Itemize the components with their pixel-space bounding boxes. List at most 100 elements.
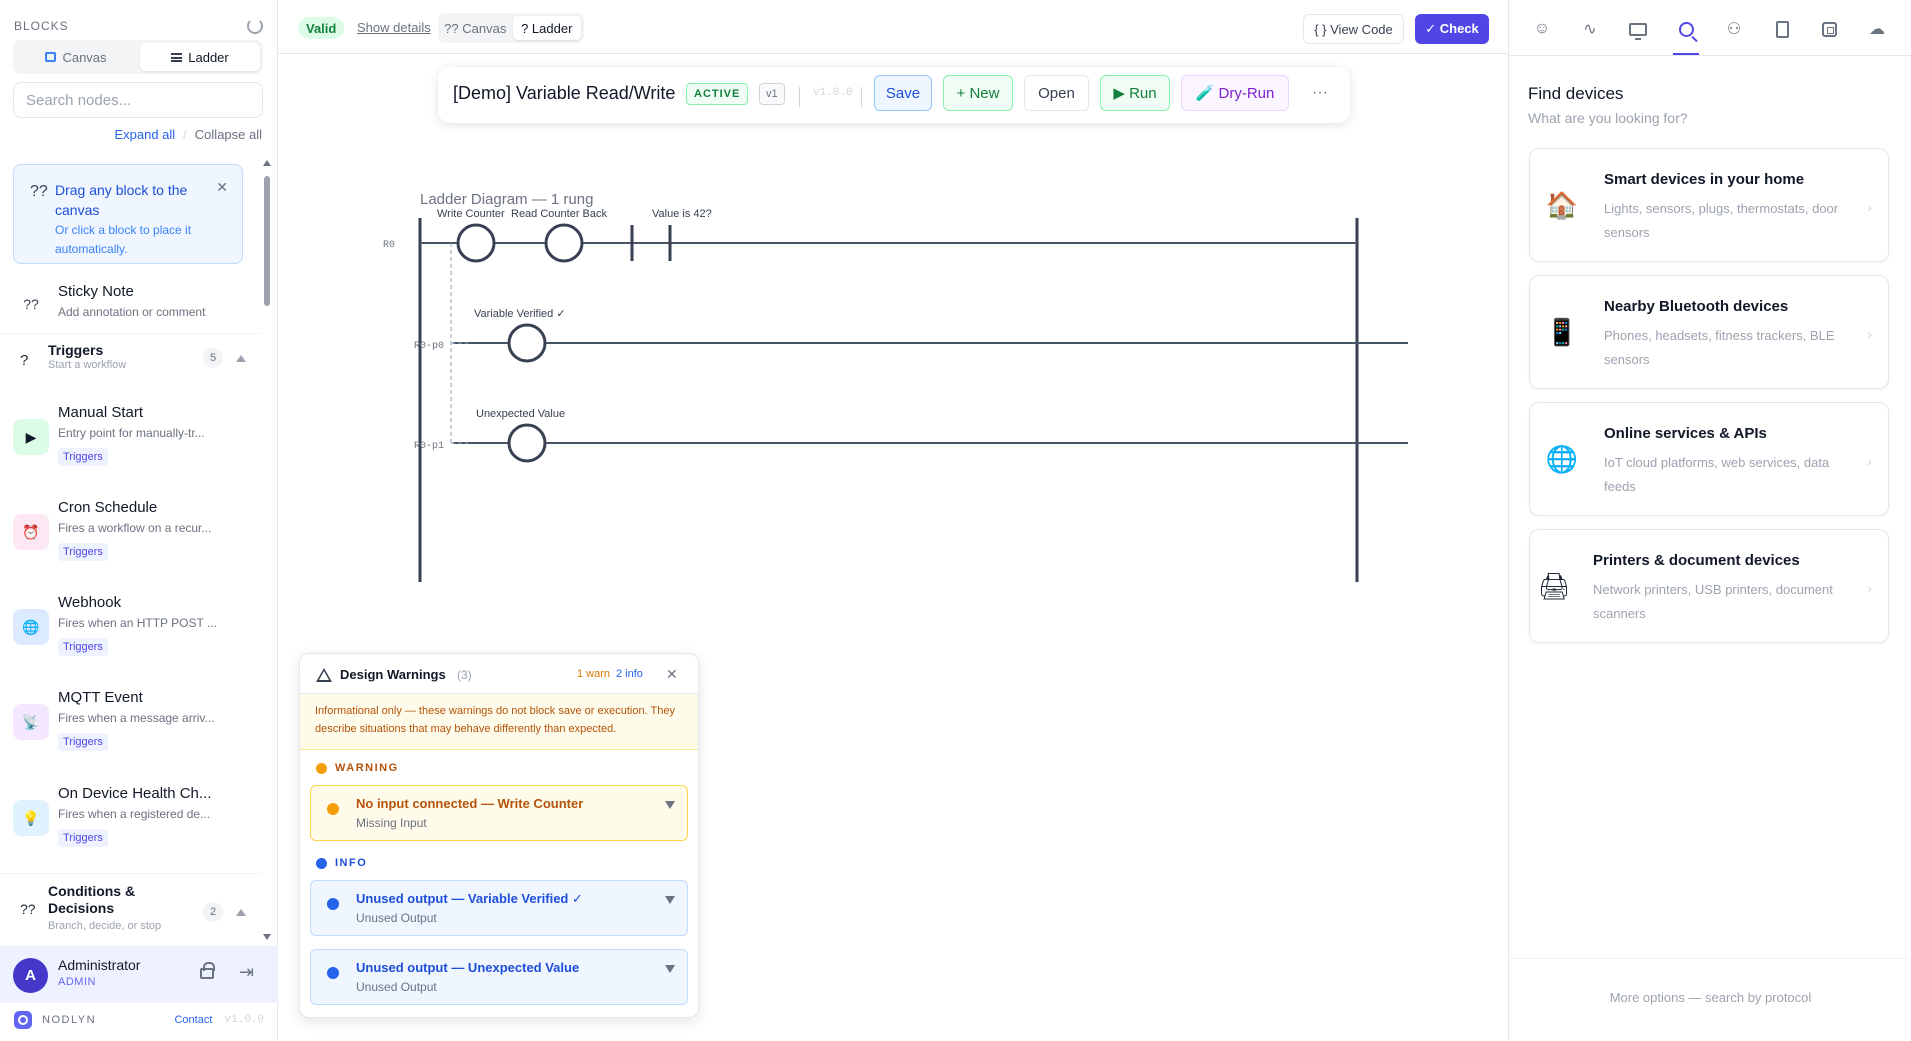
coil-read-counter[interactable] (544, 223, 584, 263)
panel-icon-bar: ☺ ∿ ⚇ ☁ (1509, 0, 1911, 56)
scroll-thumb[interactable] (264, 176, 270, 306)
view-toggle: Canvas Ladder (13, 40, 263, 74)
info-item[interactable]: Unused output — Unexpected Value Unused … (310, 949, 688, 1005)
panel-subtitle: What are you looking for? (1528, 110, 1688, 126)
chevron-right-icon: › (1867, 326, 1872, 342)
design-warnings-panel: Design Warnings (3) 1 warn 2 info ✕ Info… (299, 653, 699, 1018)
logout-icon[interactable]: ⇥ (239, 962, 254, 983)
dry-run-button[interactable]: 🧪 Dry-Run (1181, 75, 1289, 111)
warning-item[interactable]: No input connected — Write Counter Missi… (310, 785, 688, 841)
scroll-down-icon[interactable] (263, 934, 271, 940)
sticky-note-title: Sticky Note (58, 283, 134, 300)
info-item[interactable]: Unused output — Variable Verified ✓ Unus… (310, 880, 688, 936)
refresh-icon[interactable] (247, 18, 263, 34)
category-triggers[interactable]: ? Triggers Start a workflow 5 (0, 336, 262, 386)
drag-hint-card: ?? Drag any block to the canvas Or click… (13, 164, 243, 264)
robot-icon[interactable]: ☺ (1531, 18, 1553, 40)
document-icon[interactable] (1771, 18, 1793, 40)
sticky-note-block[interactable]: ?? Sticky Note Add annotation or comment (0, 274, 262, 334)
info-dot-icon (327, 898, 339, 910)
info-item-sub: Unused Output (356, 980, 437, 994)
chevron-up-icon[interactable] (236, 909, 246, 916)
active-tab-indicator (1673, 53, 1699, 55)
info-section-label: INFO (316, 857, 367, 869)
node-webhook[interactable]: 🌐 Webhook Fires when an HTTP POST ... Tr… (0, 594, 262, 664)
node-manual-start[interactable]: ▶ Manual Start Entry point for manually-… (0, 404, 262, 474)
monitor-icon[interactable] (1627, 18, 1649, 40)
contact-link[interactable]: Contact (174, 1014, 212, 1026)
device-card-title: Nearby Bluetooth devices (1604, 298, 1789, 315)
open-button[interactable]: Open (1024, 75, 1089, 111)
more-options-button[interactable]: ··· (1302, 75, 1338, 111)
coil-write-counter[interactable] (456, 223, 496, 263)
coil-variable-verified[interactable] (507, 323, 547, 363)
new-button[interactable]: + New (943, 75, 1013, 111)
version-badge: v1 (759, 83, 785, 105)
info-dot-icon (316, 857, 327, 869)
view-canvas-button[interactable]: Canvas (16, 43, 136, 71)
coil-label: Read Counter Back (511, 208, 607, 220)
node-tag: Triggers (58, 448, 108, 466)
node-desc: Fires when a message arriv... (58, 711, 215, 725)
node-mqtt-event[interactable]: 📡 MQTT Event Fires when a message arriv.… (0, 689, 262, 759)
lightbulb-icon: 💡 (13, 800, 49, 836)
node-device-health[interactable]: 💡 On Device Health Ch... Fires when a re… (0, 785, 262, 855)
search-nodes-input[interactable] (13, 82, 263, 118)
workflow-title[interactable]: [Demo] Variable Read/Write (453, 83, 675, 104)
triggers-subtitle: Start a workflow (48, 359, 127, 371)
node-title: Cron Schedule (58, 499, 158, 516)
chevron-up-icon[interactable] (236, 355, 246, 362)
mode-canvas-button[interactable]: ?? Canvas (441, 16, 510, 40)
ladder-heading: Ladder Diagram — 1 rung (420, 191, 593, 208)
category-conditions[interactable]: ?? Conditions & Decisions Branch, decide… (0, 873, 262, 939)
device-card-title: Online services & APIs (1604, 425, 1767, 442)
search-icon[interactable] (1675, 18, 1697, 40)
check-button[interactable]: ✓ Check (1415, 14, 1489, 44)
app-version: v1.0.0 (224, 1014, 264, 1026)
expand-all-link[interactable]: Expand all (114, 127, 175, 142)
sidebar-scrollbar[interactable] (263, 160, 271, 940)
coil-unexpected-value[interactable] (507, 423, 547, 463)
chip-icon[interactable] (1818, 18, 1840, 40)
mode-ladder-button[interactable]: ? Ladder (512, 16, 581, 40)
device-card-desc: Lights, sensors, plugs, thermostats, doo… (1604, 201, 1839, 240)
close-icon[interactable]: ✕ (216, 179, 228, 196)
user-role: ADMIN (58, 976, 96, 988)
warning-dot-icon (327, 803, 339, 815)
collapse-all-link[interactable]: Collapse all (195, 127, 262, 142)
close-icon[interactable]: ✕ (666, 666, 678, 683)
device-card-smart-home[interactable]: 🏠 Smart devices in your home Lights, sen… (1529, 148, 1889, 262)
device-card-printers[interactable]: 🖨 Printers & document devices Network pr… (1529, 529, 1889, 643)
node-tag: Triggers (58, 543, 108, 561)
view-ladder-button[interactable]: Ladder (140, 43, 260, 71)
triggers-count-badge: 5 (203, 348, 223, 368)
sticky-note-icon: ?? (23, 296, 39, 312)
canvas-icon (45, 52, 57, 62)
view-code-button[interactable]: { } View Code (1303, 14, 1404, 44)
info-count: 2 info (616, 668, 643, 680)
device-card-online-services[interactable]: 🌐 Online services & APIs IoT cloud platf… (1529, 402, 1889, 516)
ladder-diagram: Ladder Diagram — 1 rung R0 R0-p0 R0-p1 W… (383, 191, 1408, 582)
expand-collapse-row: Expand all / Collapse all (114, 127, 262, 142)
hint-title: Drag any block to the canvas (55, 182, 188, 218)
run-button[interactable]: ▶ Run (1100, 75, 1170, 111)
node-tag: Triggers (58, 733, 108, 751)
scroll-up-icon[interactable] (263, 160, 271, 166)
lock-icon[interactable] (200, 962, 215, 979)
cloud-icon[interactable]: ☁ (1866, 18, 1888, 40)
blocks-sidebar: BLOCKS Canvas Ladder Expand all / Collap… (0, 0, 278, 1041)
protocol-search-link[interactable]: More options — search by protocol (1509, 990, 1911, 1005)
chevron-down-icon[interactable] (665, 801, 675, 809)
chevron-down-icon[interactable] (665, 965, 675, 973)
node-cron-schedule[interactable]: ⏰ Cron Schedule Fires a workflow on a re… (0, 499, 262, 569)
device-card-bluetooth[interactable]: 📱 Nearby Bluetooth devices Phones, heads… (1529, 275, 1889, 389)
node-title: MQTT Event (58, 689, 143, 706)
save-button[interactable]: Save (874, 75, 932, 111)
users-icon[interactable]: ⚇ (1723, 18, 1745, 40)
triggers-title: Triggers (48, 342, 104, 358)
device-card-title: Smart devices in your home (1604, 171, 1805, 188)
avatar[interactable]: A (13, 958, 48, 993)
show-details-link[interactable]: Show details (357, 20, 431, 35)
chevron-down-icon[interactable] (665, 896, 675, 904)
activity-icon[interactable]: ∿ (1579, 18, 1601, 40)
